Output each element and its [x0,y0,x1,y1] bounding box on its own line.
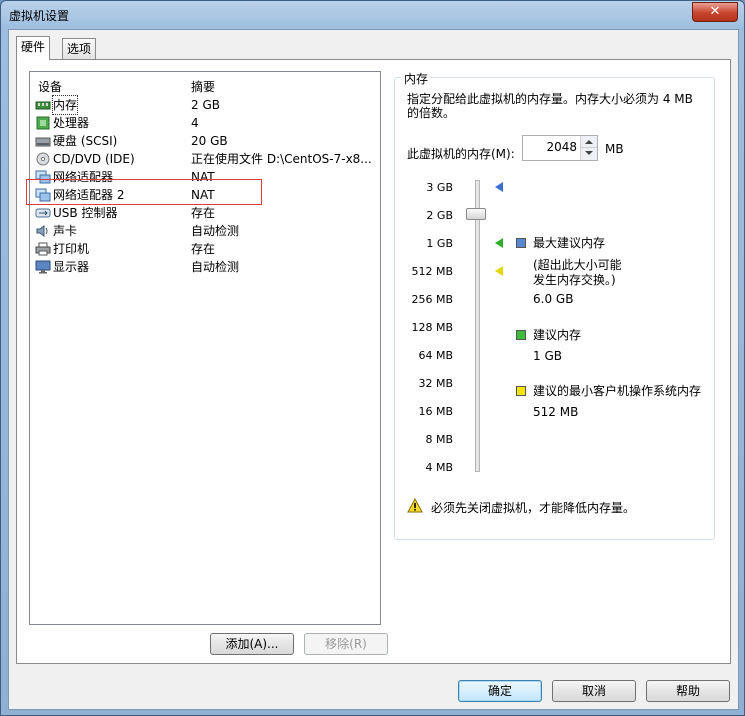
display-icon [35,260,51,274]
cd-dvd-icon [36,152,50,166]
device-row-processor[interactable]: 处理器 4 [30,114,380,132]
warning-text: 必须先关闭虚拟机，才能降低内存量。 [431,501,636,515]
tick-label: 16 MB [418,405,453,418]
network-adapter-icon [35,170,51,184]
device-name: 处理器 [53,116,90,130]
tick-label: 1 GB [426,237,453,250]
legend-recommended-value: 1 GB [533,349,562,363]
memory-group-title: 内存 [401,70,432,87]
recommended-marker [495,238,503,248]
device-row-display[interactable]: 显示器 自动检测 [30,258,380,276]
legend-max-value: 6.0 GB [533,292,574,306]
ok-button[interactable]: 确定 [458,680,542,702]
tab-hardware[interactable]: 硬件 [16,36,51,60]
tick-label: 512 MB [411,265,453,278]
device-name: 硬盘 (SCSI) [53,134,118,148]
device-row-network-adapter[interactable]: 网络适配器 NAT [30,168,380,186]
device-row-printer[interactable]: 打印机 存在 [30,240,380,258]
device-name: 网络适配器 [53,170,114,184]
spin-up-icon[interactable] [585,140,593,144]
device-name: USB 控制器 [53,206,118,220]
device-name: 声卡 [53,224,78,238]
device-summary: 存在 [191,242,216,256]
device-row-usb[interactable]: USB 控制器 存在 [30,204,380,222]
column-summary: 摘要 [191,80,216,94]
memory-field-label: 此虚拟机的内存(M): [407,147,515,161]
tick-label: 32 MB [418,377,453,390]
tick-label: 2 GB [426,209,453,222]
dialog-client: 硬件 选项 设备 摘要 内存 2 GB 处理器 4 硬盘 (SCSI) 20 G… [8,29,739,710]
warning-icon [407,498,423,513]
device-row-hard-disk[interactable]: 硬盘 (SCSI) 20 GB [30,132,380,150]
device-summary: 4 [191,116,199,130]
remove-device-button[interactable]: 移除(R) [304,633,388,655]
add-device-button[interactable]: 添加(A)... [210,633,294,655]
device-summary: 存在 [191,206,216,220]
tick-label: 128 MB [411,321,453,334]
device-summary: NAT [191,188,215,202]
device-list[interactable]: 设备 摘要 内存 2 GB 处理器 4 硬盘 (SCSI) 20 GB CD/D… [26,71,381,625]
legend-min-swatch [516,386,526,396]
processor-icon [36,116,50,130]
tab-hardware-label: 硬件 [21,40,46,54]
device-summary: 2 GB [191,98,220,112]
tick-label: 3 GB [426,181,453,194]
settings-window: 虚拟机设置 ✕ 硬件 选项 设备 摘要 内存 2 GB 处理器 4 硬盘 (SC… [0,0,745,716]
memory-slider-track[interactable] [475,180,480,472]
column-device: 设备 [38,80,63,94]
tick-label: 256 MB [411,293,453,306]
close-button[interactable]: ✕ [692,2,738,22]
legend-max-swatch [516,238,526,248]
device-name: CD/DVD (IDE) [53,152,135,166]
legend-recommended-swatch [516,330,526,340]
tick-label: 4 MB [425,461,453,474]
hardware-panel: 设备 摘要 内存 2 GB 处理器 4 硬盘 (SCSI) 20 GB CD/D… [16,59,731,664]
memory-group: 内存 指定分配给此虚拟机的内存量。内存大小必须为 4 MB 的倍数。 此虚拟机的… [394,70,715,540]
memory-description: 指定分配给此虚拟机的内存量。内存大小必须为 4 MB 的倍数。 [407,92,693,120]
device-summary: NAT [191,170,215,184]
legend-max-label: 最大建议内存 [533,236,606,250]
device-row-network-adapter-2[interactable]: 网络适配器 2 NAT [30,186,380,204]
memory-spinbox[interactable]: 2048 [522,135,598,161]
device-name: 网络适配器 2 [53,188,125,202]
legend-min-value: 512 MB [533,405,579,419]
hard-disk-icon [35,137,51,147]
device-row-sound-card[interactable]: 声卡 自动检测 [30,222,380,240]
memory-icon [35,101,51,110]
device-row-memory[interactable]: 内存 2 GB [30,95,380,115]
tick-label: 64 MB [418,349,453,362]
memory-slider-thumb[interactable] [466,208,486,220]
device-summary: 正在使用文件 D:\CentOS-7-x8... [191,152,372,166]
device-summary: 20 GB [191,134,228,148]
tick-label: 8 MB [425,433,453,446]
spin-down-icon[interactable] [585,151,593,155]
memory-spin-buttons[interactable] [580,136,597,160]
help-button[interactable]: 帮助 [646,680,730,702]
sound-card-icon [36,225,48,237]
close-icon: ✕ [709,4,721,19]
memory-unit: MB [605,142,624,156]
min-recommended-marker [495,266,503,276]
device-name: 显示器 [53,260,90,274]
device-name: 打印机 [53,242,90,256]
device-row-cd-dvd[interactable]: CD/DVD (IDE) 正在使用文件 D:\CentOS-7-x8... [30,150,380,168]
legend-min-label: 建议的最小客户机操作系统内存 [533,384,702,398]
memory-value: 2048 [546,140,577,154]
cancel-button[interactable]: 取消 [552,680,636,702]
legend-max-note-1: (超出此大小可能 [533,258,622,272]
usb-icon [35,208,51,218]
device-summary: 自动检测 [191,260,240,274]
title-bar[interactable]: 虚拟机设置 ✕ [1,1,744,29]
printer-icon [35,242,51,256]
device-summary: 自动检测 [191,224,240,238]
max-recommended-marker [495,182,503,192]
device-name: 内存 [51,95,79,115]
legend-recommended-label: 建议内存 [533,328,582,342]
network-adapter-icon [35,188,51,202]
tab-options[interactable]: 选项 [62,38,97,59]
tab-options-label: 选项 [67,42,92,56]
window-title: 虚拟机设置 [9,9,70,23]
legend-max-note-2: 发生内存交换。) [533,273,616,287]
